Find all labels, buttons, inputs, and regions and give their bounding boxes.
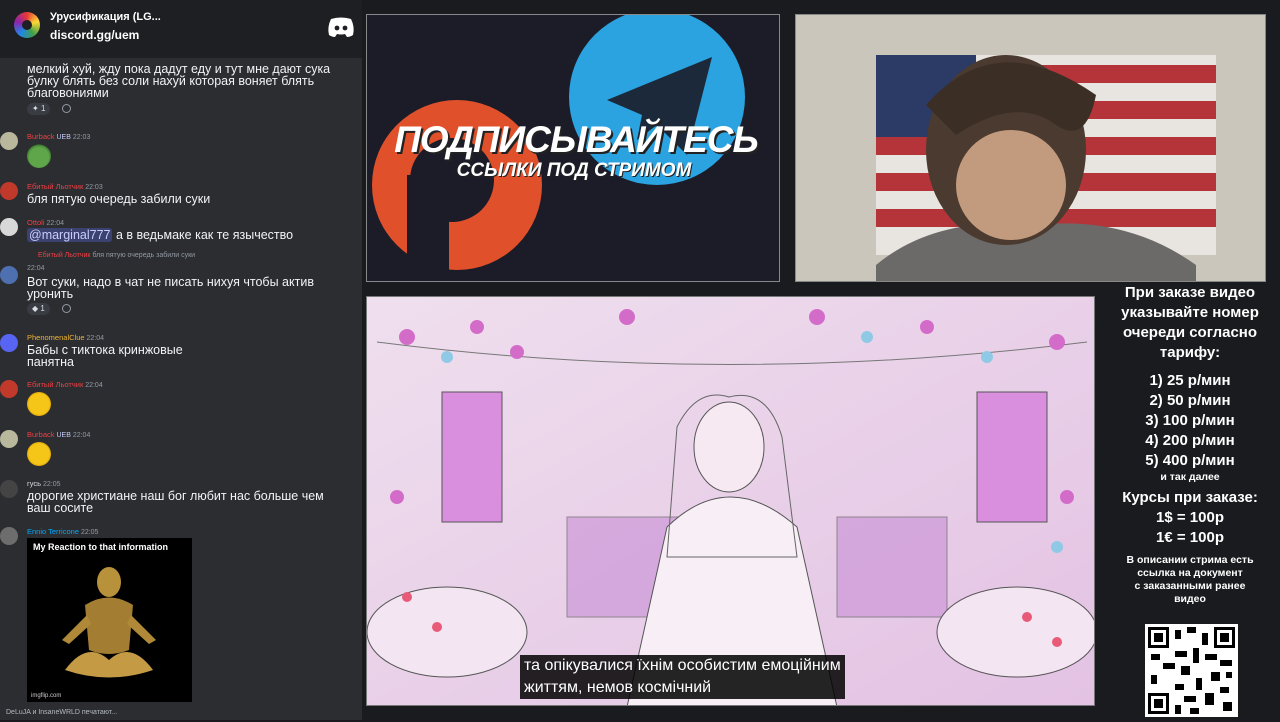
message-header: Ennio Terricone 22:05 — [27, 527, 98, 536]
avatar[interactable] — [0, 132, 18, 150]
message-text: @marginal777 а в ведьмаке как те язычест… — [27, 228, 294, 242]
laughing-emoji-icon — [27, 442, 51, 466]
message-text: бля пятую очередь забили суки — [27, 192, 211, 206]
message-text: благовониями — [27, 86, 109, 100]
message-header: Ебитый Льотчик 22:04 — [27, 380, 103, 389]
message-body: а в ведьмаке как те язычество — [115, 228, 294, 242]
promo-title: ПОДПИСЫВАЙТЕСЬ — [394, 119, 758, 160]
description-line: В описании стрима есть — [1126, 554, 1254, 566]
username[interactable]: Ебитый Льотчик — [27, 182, 83, 191]
promo-banner: ПОДПИСЫВАЙТЕСЬ ССЫЛКИ ПОД СТРИМОМ — [366, 14, 780, 282]
rate-line: 1$ = 100р — [1156, 509, 1224, 526]
message-header: Ottoli 22:04 — [27, 218, 64, 227]
message-header: гусь 22:05 — [27, 479, 61, 488]
reaction-chip[interactable]: ✦ 1 — [27, 103, 51, 115]
info-line: При заказе видео — [1124, 284, 1256, 301]
video-illustration — [367, 297, 1094, 705]
tariff-line: 1) 25 р/мин — [1149, 372, 1231, 389]
order-info-panel: При заказе видео указывайте номер очеред… — [1100, 283, 1280, 606]
username[interactable]: Ennio Terricone — [27, 527, 79, 536]
qr-code — [1145, 624, 1238, 717]
info-line: указывайте номер — [1121, 304, 1259, 321]
video-subtitle: та опікувалися їхнім особистим емоційним… — [520, 655, 845, 699]
timestamp: 22:04 — [46, 220, 64, 227]
meme-source: imgflip.com — [31, 693, 62, 699]
user-mention[interactable]: @marginal777 — [27, 228, 113, 242]
timestamp: 22:03 — [85, 184, 103, 191]
badge: UEB — [56, 134, 71, 141]
laughing-emoji-icon — [27, 392, 51, 416]
reply-username: Ебитый Льотчик — [38, 252, 91, 259]
webcam-scene — [796, 15, 1265, 281]
message-text: уронить — [27, 287, 74, 301]
message-header: Burback UEB 22:03 — [27, 132, 90, 141]
timestamp: 22:04 — [85, 382, 103, 389]
golden-figure-image — [62, 567, 156, 678]
qr-code-image — [1145, 624, 1238, 717]
server-header[interactable]: Урусификация (LG... discord.gg/uem — [0, 0, 362, 58]
tariff-line: 3) 100 р/мин — [1145, 412, 1235, 429]
message-header: PhenomenalClue 22:04 — [27, 333, 104, 342]
username[interactable]: PhenomenalClue — [27, 333, 85, 342]
description-line: видео — [1174, 593, 1206, 605]
info-line: тарифу: — [1159, 344, 1221, 361]
typing-indicator: DeLuJA и InsaneWRLD печатают... — [6, 709, 118, 716]
add-reaction-icon[interactable] — [62, 104, 71, 113]
video-frame — [366, 296, 1095, 706]
avatar[interactable] — [0, 334, 18, 352]
reaction-count: 1 — [40, 304, 45, 313]
timestamp: 22:05 — [43, 481, 61, 488]
server-name: Урусификация (LG... — [50, 11, 161, 23]
pepe-emoji-icon — [27, 144, 51, 168]
reply-text: бля пятую очередь забили суки — [92, 252, 196, 259]
avatar[interactable] — [0, 380, 18, 398]
add-reaction-icon[interactable] — [62, 304, 71, 313]
timestamp: 22:04 — [27, 265, 45, 272]
tariff-line: 4) 200 р/мин — [1145, 432, 1235, 449]
server-invite-link[interactable]: discord.gg/uem — [50, 28, 139, 42]
reply-preview[interactable]: Ебитый Льотчик бля пятую очередь забили … — [38, 252, 195, 259]
avatar[interactable] — [0, 218, 18, 236]
rates-title: Курсы при заказе: — [1122, 489, 1258, 506]
description-line: с заказанными ранее — [1134, 580, 1246, 592]
tariff-line: 2) 50 р/мин — [1149, 392, 1231, 409]
username[interactable]: Burback — [27, 132, 55, 141]
description-line: ссылка на документ — [1137, 567, 1243, 579]
avatar[interactable] — [0, 266, 18, 284]
avatar[interactable] — [0, 182, 18, 200]
tariff-etc: и так далее — [1160, 471, 1220, 483]
info-line: очереди согласно — [1122, 324, 1258, 341]
timestamp: 22:04 — [72, 432, 91, 439]
username[interactable]: Ебитый Льотчик — [27, 380, 83, 389]
timestamp: 22:04 — [86, 335, 105, 342]
badge: UEB — [56, 432, 71, 439]
server-icon — [14, 12, 40, 38]
promo-subtitle: ССЫЛКИ ПОД СТРИМОМ — [456, 160, 692, 181]
username[interactable]: Ottoli — [27, 218, 45, 227]
message-header: Burback UEB 22:04 — [27, 430, 90, 439]
timestamp: 22:05 — [80, 529, 99, 536]
message-header: Ебитый Льотчик 22:03 — [27, 182, 103, 191]
webcam-feed — [795, 14, 1266, 282]
tariff-line: 5) 400 р/мин — [1145, 452, 1235, 469]
message-header: 22:04 — [27, 265, 45, 272]
avatar[interactable] — [0, 527, 18, 545]
subtitle-line: та опікувалися їхнім особистим емоційним — [524, 657, 841, 674]
chat-panel: Урусификация (LG... discord.gg/uem мелки… — [0, 0, 362, 720]
message-text: ваш сосите — [27, 501, 94, 515]
meme-caption: My Reaction to that information — [33, 542, 168, 552]
avatar[interactable] — [0, 430, 18, 448]
reaction-count: 1 — [40, 104, 46, 113]
avatar[interactable] — [0, 480, 18, 498]
message-text: панятна — [27, 355, 74, 369]
reaction-chip[interactable]: ◆ 1 — [27, 303, 50, 315]
subtitle-line: життям, немов космічний — [524, 679, 712, 696]
timestamp: 22:03 — [72, 134, 91, 141]
username[interactable]: Burback — [27, 430, 55, 439]
discord-logo-icon — [328, 17, 354, 37]
meme-image[interactable]: My Reaction to that information imgflip.… — [27, 538, 192, 702]
username[interactable]: гусь — [27, 479, 41, 488]
rate-line: 1€ = 100р — [1156, 529, 1224, 546]
